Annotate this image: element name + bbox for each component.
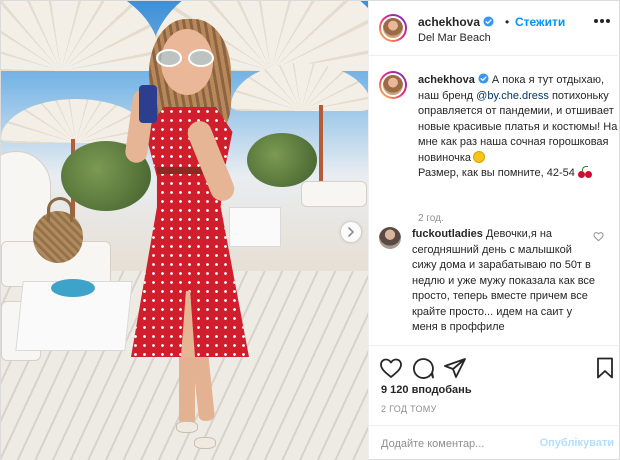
caption-text: achekhova А пока я тут отдыхаю, наш бренд… <box>418 73 618 182</box>
sunglasses <box>154 49 218 67</box>
cherries-emoji-icon <box>577 166 592 178</box>
post-timestamp[interactable]: 2 ГОД ТОМУ <box>381 404 437 414</box>
caption-author-avatar[interactable] <box>379 71 407 99</box>
post-details-panel: achekhova • Стежити Del Mar Beach achekh… <box>368 1 620 460</box>
author-avatar[interactable] <box>379 14 407 42</box>
commenter-avatar[interactable] <box>379 227 401 249</box>
instagram-post: achekhova • Стежити Del Mar Beach achekh… <box>0 0 620 460</box>
caption-username[interactable]: achekhova <box>418 74 475 86</box>
comment-heart-icon[interactable] <box>593 231 604 242</box>
comment-bubble-icon[interactable] <box>411 356 435 380</box>
add-comment-input[interactable] <box>381 434 531 454</box>
post-location[interactable]: Del Mar Beach <box>418 32 491 44</box>
bookmark-icon[interactable] <box>593 356 617 380</box>
comment-text: fuckoutladies Девочки,я на сегодняшний де… <box>412 227 596 336</box>
publish-comment-button[interactable]: Опублікувати <box>540 437 614 449</box>
comments-section[interactable]: achekhova А пока я тут отдыхаю, наш бренд… <box>369 57 620 345</box>
post-photo[interactable] <box>1 1 368 460</box>
add-comment-bar: Опублікувати <box>369 425 620 460</box>
sandal <box>176 421 198 433</box>
separator-dot: • <box>505 15 510 29</box>
beach-umbrella <box>1 1 161 71</box>
paper-plane-icon[interactable] <box>443 356 467 380</box>
author-username[interactable]: achekhova <box>418 15 480 29</box>
more-options-icon[interactable] <box>594 19 610 25</box>
follow-button[interactable]: Стежити <box>515 15 565 29</box>
neutral-face-emoji-icon <box>473 150 486 163</box>
caption-size-line: Размер, как вы помните, 42-54 <box>418 167 575 179</box>
verified-badge-icon <box>483 16 494 27</box>
blue-plate <box>51 279 95 297</box>
likes-count[interactable]: 9 120 вподобань <box>381 384 472 396</box>
comment-body: Девочки,я на сегодняшний день с малышкой… <box>412 228 596 333</box>
sandal <box>194 437 216 449</box>
chevron-right-icon <box>348 227 354 237</box>
post-actions: 9 120 вподобань 2 ГОД ТОМУ <box>369 345 620 425</box>
verified-badge-icon <box>478 73 489 84</box>
brand-mention-link[interactable]: @by.che.dress <box>476 90 549 102</box>
heart-icon[interactable] <box>379 356 403 380</box>
caption-age: 2 год. <box>418 213 444 224</box>
commenter-username[interactable]: fuckoutladies <box>412 228 483 240</box>
author-username-row: achekhova <box>418 15 494 29</box>
white-table <box>229 207 281 247</box>
post-header: achekhova • Стежити Del Mar Beach <box>369 1 620 56</box>
sunbed <box>301 181 367 207</box>
drink-can <box>139 85 157 123</box>
carousel-next-button[interactable] <box>341 222 361 242</box>
palm-plant <box>247 133 317 187</box>
straw-bag <box>33 197 83 263</box>
